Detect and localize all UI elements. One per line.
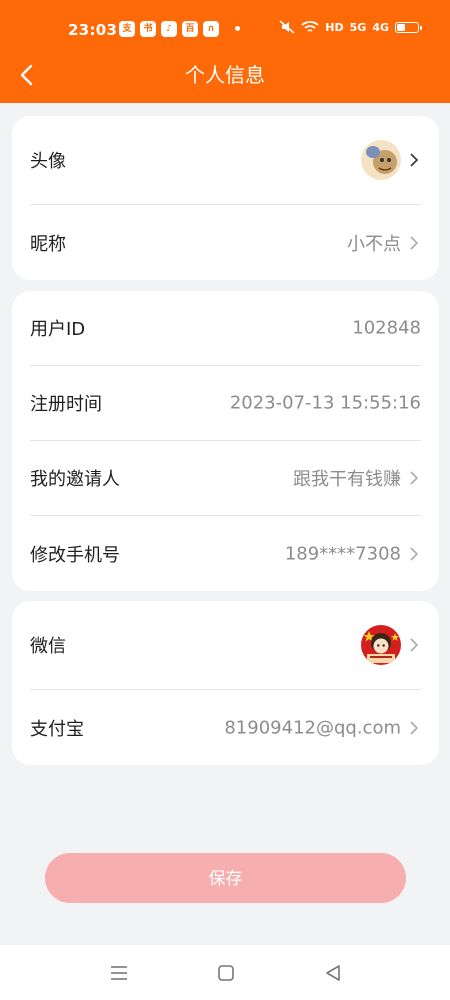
nickname-label: 昵称 [30,233,66,255]
wechat-label: 微信 [30,636,66,657]
account-card: 用户ID 102848 注册时间 2023-07-13 15:55:16 我的邀… [12,291,439,591]
avatar-label: 头像 [30,151,66,172]
register-time-value: 2023-07-13 15:55:16 [229,392,421,414]
register-time-row: 注册时间 2023-07-13 15:55:16 [30,366,421,441]
page-title: 个人信息 [185,63,265,87]
signal-4g-icon: 4G [372,20,389,34]
chevron-right-icon [410,471,419,485]
baidu-app-icon: 百 [182,21,198,37]
red-app-icon: 书 [140,21,156,37]
signal-5g-icon: 5G [349,20,367,34]
wifi-icon [301,21,319,32]
status-time: 23:03 [68,21,118,39]
tiktok-app-icon: ♪ [161,21,177,37]
chevron-right-icon [410,153,419,167]
home-icon[interactable] [214,961,238,985]
wechat-avatar-cartoon-icon [361,625,401,665]
phone-row[interactable]: 修改手机号 189****7308 [30,516,421,591]
user-id-label: 用户ID [30,319,86,340]
nickname-row[interactable]: 昵称 小不点 [30,205,421,280]
profile-card: 头像 昵称 小不点 [12,116,439,280]
system-navigation-bar [0,945,450,1000]
inviter-value: 跟我干有钱赚 [293,469,401,490]
wechat-avatar[interactable] [361,625,401,665]
chevron-right-icon [410,546,419,561]
wechat-row[interactable]: 微信 [30,601,421,690]
alipay-app-icon: 支 [119,21,135,37]
alipay-row[interactable]: 支付宝 81909412@qq.com [30,690,421,765]
back-nav-icon[interactable] [322,961,346,985]
avatar[interactable] [361,140,401,180]
avatar-cartoon-icon [361,140,401,180]
alipay-label: 支付宝 [30,718,84,740]
phone-value: 189****7308 [284,543,401,564]
chevron-right-icon [410,235,419,250]
phone-label: 修改手机号 [30,544,120,566]
avatar-row[interactable]: 头像 [30,116,421,205]
user-id-value: 102848 [352,317,421,339]
user-id-row: 用户ID 102848 [30,291,421,366]
chevron-right-icon [410,638,419,652]
alipay-value: 81909412@qq.com [224,717,401,738]
status-bar: 23:03 支 书 ♪ 百 ∩ HD 5G 4G [0,0,450,58]
notification-icons: 支 书 ♪ 百 ∩ [119,21,219,37]
mute-icon [279,20,295,34]
battery-icon [395,21,422,33]
chevron-right-icon [410,720,419,735]
nickname-value: 小不点 [347,233,401,255]
hd-icon: HD [325,20,344,34]
register-time-label: 注册时间 [30,394,102,415]
save-button[interactable]: 保存 [45,853,406,903]
menu-icon[interactable] [107,961,131,985]
app-header: 23:03 支 书 ♪ 百 ∩ HD 5G 4G 个人信息 [0,0,450,103]
notification-dot-icon [235,26,240,31]
payment-card: 微信 支付宝 81909412@qq.com [12,601,439,765]
inviter-label: 我的邀请人 [30,469,120,490]
blue-app-icon: ∩ [203,21,219,37]
inviter-row[interactable]: 我的邀请人 跟我干有钱赚 [30,441,421,516]
system-indicators: HD 5G 4G [279,20,422,34]
